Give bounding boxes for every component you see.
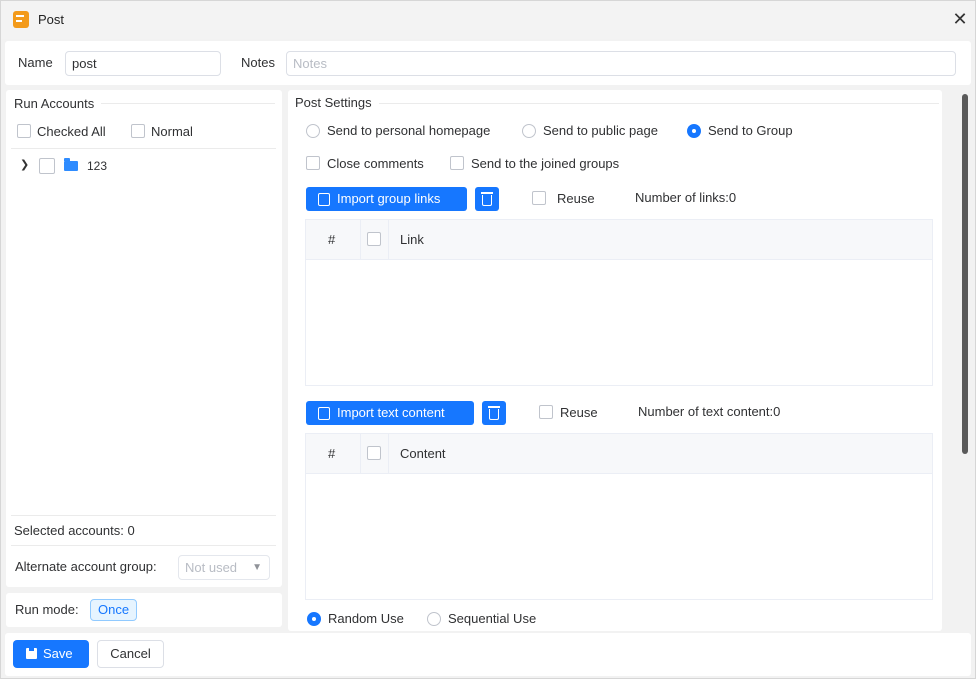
- column-index: #: [328, 446, 336, 461]
- content-select-all-checkbox[interactable]: [367, 446, 381, 460]
- post-app-icon: [13, 11, 29, 28]
- name-notes-row: Name Notes: [5, 41, 971, 85]
- divider: [11, 545, 276, 546]
- column-divider: [388, 220, 389, 260]
- column-index: #: [328, 232, 336, 247]
- random-use-radio[interactable]: [307, 612, 321, 626]
- post-settings-panel: Post Settings Send to personal homepage …: [288, 90, 942, 631]
- links-reuse-checkbox[interactable]: [532, 191, 546, 205]
- alternate-group-value: Not used: [185, 560, 238, 575]
- links-count-text: Number of links:0: [635, 190, 737, 205]
- save-button[interactable]: Save: [13, 640, 89, 668]
- import-text-content-button[interactable]: Import text content: [306, 401, 474, 425]
- random-use-label[interactable]: Random Use: [328, 611, 404, 626]
- sequential-use-label[interactable]: Sequential Use: [448, 611, 536, 626]
- close-comments-checkbox[interactable]: [306, 156, 320, 170]
- chevron-down-icon: ▼: [252, 562, 262, 573]
- send-joined-groups-label[interactable]: Send to the joined groups: [471, 156, 619, 171]
- content-count-text: Number of text content:0: [638, 404, 781, 419]
- vertical-scrollbar[interactable]: [958, 90, 972, 631]
- import-text-content-label: Import text content: [337, 405, 445, 420]
- dialog-footer: Save Cancel: [5, 633, 971, 676]
- send-public-page-radio[interactable]: [522, 124, 536, 138]
- selected-accounts-text: Selected accounts: 0: [14, 523, 135, 538]
- post-dialog: Post ✕ Name Notes Run Accounts Checked A…: [0, 0, 976, 679]
- column-content: Content: [400, 446, 446, 461]
- alternate-group-select[interactable]: Not used ▼: [178, 555, 270, 580]
- notes-label: Notes: [241, 55, 275, 70]
- run-mode-panel: Run mode: Once: [6, 593, 282, 627]
- normal-checkbox[interactable]: [131, 124, 145, 138]
- title-bar: Post ✕: [1, 1, 975, 39]
- import-icon: [318, 193, 330, 206]
- scrollbar-thumb[interactable]: [962, 94, 968, 454]
- alternate-group-label: Alternate account group:: [15, 559, 157, 574]
- tree-node-label[interactable]: 123: [87, 159, 107, 173]
- send-public-page-label[interactable]: Send to public page: [543, 123, 658, 138]
- post-settings-title: Post Settings: [295, 95, 372, 110]
- import-group-links-button[interactable]: Import group links: [306, 187, 467, 211]
- checked-all-label[interactable]: Checked All: [37, 124, 106, 139]
- trash-icon: [481, 192, 493, 194]
- links-reuse-label[interactable]: Reuse: [557, 191, 595, 206]
- content-table-header: # Content: [306, 434, 932, 474]
- cancel-button[interactable]: Cancel: [97, 640, 164, 668]
- send-personal-homepage-radio[interactable]: [306, 124, 320, 138]
- import-icon: [318, 407, 330, 420]
- content-reuse-checkbox[interactable]: [539, 405, 553, 419]
- close-icon[interactable]: ✕: [951, 9, 969, 29]
- normal-label[interactable]: Normal: [151, 124, 193, 139]
- send-to-group-label[interactable]: Send to Group: [708, 123, 793, 138]
- column-divider: [388, 434, 389, 474]
- checked-all-checkbox[interactable]: [17, 124, 31, 138]
- run-accounts-title: Run Accounts: [14, 96, 95, 111]
- run-accounts-panel: Run Accounts Checked All Normal ❯ 123 Se…: [6, 90, 282, 587]
- delete-content-button[interactable]: [482, 401, 506, 425]
- import-group-links-label: Import group links: [337, 191, 441, 206]
- divider: [11, 148, 276, 149]
- send-joined-groups-checkbox[interactable]: [450, 156, 464, 170]
- run-mode-label: Run mode:: [15, 602, 79, 617]
- send-personal-homepage-label[interactable]: Send to personal homepage: [327, 123, 490, 138]
- notes-input[interactable]: [286, 51, 956, 76]
- name-input[interactable]: [65, 51, 221, 76]
- save-label: Save: [43, 646, 73, 661]
- links-table-header: # Link: [306, 220, 932, 260]
- links-select-all-checkbox[interactable]: [367, 232, 381, 246]
- close-comments-label[interactable]: Close comments: [327, 156, 424, 171]
- divider: [11, 515, 276, 516]
- save-icon: [26, 648, 37, 659]
- trash-icon: [488, 406, 500, 408]
- links-table: # Link: [305, 219, 933, 386]
- section-divider: [101, 103, 275, 104]
- section-divider: [379, 103, 939, 104]
- folder-icon: [64, 158, 78, 171]
- column-divider: [360, 220, 361, 260]
- content-reuse-label[interactable]: Reuse: [560, 405, 598, 420]
- delete-links-button[interactable]: [475, 187, 499, 211]
- tree-node-checkbox[interactable]: [39, 158, 55, 174]
- name-label: Name: [18, 55, 53, 70]
- sequential-use-radio[interactable]: [427, 612, 441, 626]
- column-link: Link: [400, 232, 424, 247]
- window-title: Post: [38, 12, 65, 27]
- run-mode-tag[interactable]: Once: [90, 599, 138, 621]
- column-divider: [360, 434, 361, 474]
- content-table: # Content: [305, 433, 933, 600]
- chevron-right-icon[interactable]: ❯: [20, 158, 29, 171]
- send-to-group-radio[interactable]: [687, 124, 701, 138]
